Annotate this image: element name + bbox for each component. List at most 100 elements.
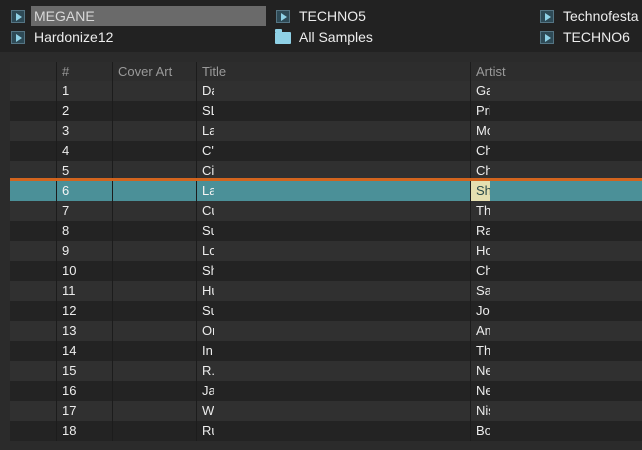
table-row[interactable]: 3 Lat Mo [10, 121, 642, 141]
favorite-techno6[interactable]: TECHNO6 [539, 27, 642, 47]
title-cell: Lov [196, 241, 214, 261]
table-row[interactable]: 1 Da Ga [10, 81, 642, 101]
favorite-label: MEGANE [31, 6, 266, 26]
artist-overflow [490, 381, 642, 401]
cover-art-cell [112, 321, 196, 341]
favorite-techno5[interactable]: TECHNO5 [275, 6, 525, 26]
title-overflow [214, 321, 470, 341]
artist-overflow [490, 201, 642, 221]
table-row-selected[interactable]: 6 Lat Sh [10, 178, 642, 201]
row-handle [10, 81, 56, 101]
row-handle [10, 101, 56, 121]
cover-art-cell [112, 181, 196, 201]
artist-overflow [490, 341, 642, 361]
artist-cell: Nis [470, 401, 490, 421]
title-cell: Lat [196, 181, 214, 201]
title-cell: C'r [196, 141, 214, 161]
column-header-number[interactable]: # [56, 62, 118, 82]
artist-overflow [490, 121, 642, 141]
title-overflow [214, 81, 470, 101]
row-handle [10, 181, 56, 201]
playlist-icon [539, 9, 555, 23]
table-row[interactable]: 8 Su Ra [10, 221, 642, 241]
table-row[interactable]: 7 Cu Th [10, 201, 642, 221]
playlist-icon [10, 9, 26, 23]
table-row[interactable]: 13 On Am [10, 321, 642, 341]
cover-art-cell [112, 341, 196, 361]
title-overflow [214, 261, 470, 281]
artist-cell: Sa [470, 281, 490, 301]
cover-art-cell [112, 141, 196, 161]
title-cell: On [196, 321, 214, 341]
row-handle [10, 121, 56, 141]
table-row[interactable]: 2 SL' Pri [10, 101, 642, 121]
artist-cell: Ga [470, 81, 490, 101]
title-overflow [214, 121, 470, 141]
track-number: 3 [56, 121, 112, 141]
cover-art-cell [112, 121, 196, 141]
row-handle [10, 381, 56, 401]
favorite-all-samples[interactable]: All Samples [275, 27, 525, 47]
artist-overflow [490, 361, 642, 381]
title-overflow [214, 241, 470, 261]
title-overflow [214, 141, 470, 161]
artist-overflow [490, 81, 642, 101]
artist-cell: Th [470, 341, 490, 361]
table-row[interactable]: 4 C'r Ch [10, 141, 642, 161]
artist-cell: Mo [470, 121, 490, 141]
row-handle [10, 241, 56, 261]
favorite-technofesta[interactable]: Technofesta [539, 6, 642, 26]
row-handle [10, 321, 56, 341]
title-overflow [214, 361, 470, 381]
title-overflow [214, 221, 470, 241]
column-header-title[interactable]: Title [196, 62, 476, 82]
artist-cell: Am [470, 321, 490, 341]
artist-cell: Ra [470, 221, 490, 241]
table-row[interactable]: 10 Sh Ch [10, 261, 642, 281]
column-header-artist[interactable]: Artist [470, 62, 642, 82]
artist-overflow [490, 261, 642, 281]
table-row[interactable]: 12 Su Jo [10, 301, 642, 321]
title-overflow [214, 101, 470, 121]
row-handle [10, 421, 56, 441]
title-cell: Su [196, 301, 214, 321]
playlist-icon [539, 30, 555, 44]
artist-cell: Ne [470, 361, 490, 381]
cover-art-cell [112, 401, 196, 421]
table-row[interactable]: 18 Ru Bo [10, 421, 642, 441]
column-header-cover-art[interactable]: Cover Art [112, 62, 202, 82]
favorites-bar: MEGANE TECHNO5 Technofesta Hardonize12 A… [0, 0, 642, 52]
track-number: 10 [56, 261, 112, 281]
row-handle [10, 361, 56, 381]
title-overflow [214, 301, 470, 321]
title-overflow [214, 401, 470, 421]
table-row[interactable]: 9 Lov Ho [10, 241, 642, 261]
row-handle [10, 281, 56, 301]
table-row[interactable]: 11 Hu Sa [10, 281, 642, 301]
cover-art-cell [112, 381, 196, 401]
row-handle [10, 341, 56, 361]
table-row[interactable]: 15 R.A Ne [10, 361, 642, 381]
track-number: 6 [56, 181, 112, 201]
track-list[interactable]: 1DaGa2SL'Pri3LatMo4C'rCh5CitCh6LatSh7CuT… [10, 81, 642, 441]
row-handle [10, 141, 56, 161]
artist-cell: Sh [470, 181, 490, 201]
track-number: 7 [56, 201, 112, 221]
table-row[interactable]: 16 Jac Ne [10, 381, 642, 401]
artist-overflow [490, 221, 642, 241]
artist-overflow [490, 421, 642, 441]
favorite-hardonize12[interactable]: Hardonize12 [10, 27, 266, 47]
title-overflow [214, 181, 470, 201]
folder-icon [275, 29, 291, 44]
cover-art-cell [112, 241, 196, 261]
row-handle [10, 301, 56, 321]
favorite-label: TECHNO6 [563, 29, 630, 45]
cover-art-cell [112, 421, 196, 441]
table-row[interactable]: 17 Wh Nis [10, 401, 642, 421]
table-row[interactable]: 14 In I Th [10, 341, 642, 361]
favorite-megane[interactable]: MEGANE [10, 6, 266, 26]
artist-overflow [490, 401, 642, 421]
artist-overflow [490, 301, 642, 321]
title-cell: Hu [196, 281, 214, 301]
track-number: 11 [56, 281, 112, 301]
